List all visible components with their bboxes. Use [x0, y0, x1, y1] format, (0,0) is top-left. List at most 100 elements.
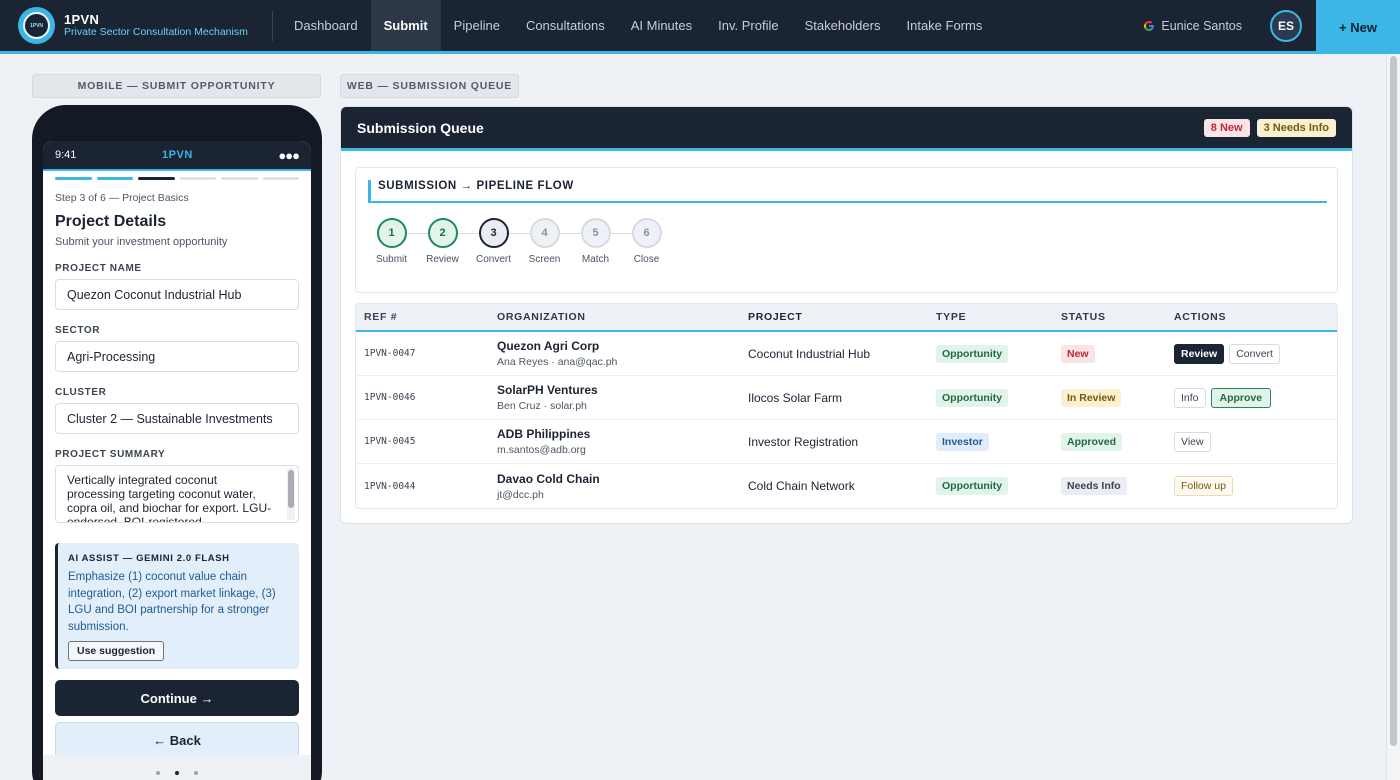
project-name-input[interactable]: Quezon Coconut Industrial Hub: [55, 279, 299, 310]
ref-cell: 1PVN-0045: [364, 436, 416, 447]
nav-intake-forms[interactable]: Intake Forms: [893, 0, 995, 51]
status-badge: Approved: [1061, 432, 1123, 451]
continue-button[interactable]: Continue →: [55, 680, 299, 716]
col-project[interactable]: PROJECT: [740, 311, 928, 323]
nav-divider: [272, 10, 273, 41]
flow-step-label: Review: [426, 254, 459, 265]
org-contact: Ben Cruz · solar.ph: [497, 400, 587, 412]
org-cell: ADB Philippines m.santos@adb.org: [489, 427, 740, 456]
col-organization[interactable]: ORGANIZATION: [489, 311, 740, 323]
phone-screen: 9:41 1PVN ●●● Step 3 of 6 — Project Basi…: [43, 141, 311, 780]
summary-label: PROJECT SUMMARY: [55, 449, 166, 460]
nav-inv-profile[interactable]: Inv. Profile: [705, 0, 791, 51]
type-badge: Investor: [936, 432, 989, 451]
status-badge: New: [1061, 344, 1095, 363]
org-name: Davao Cold Chain: [497, 471, 600, 486]
page-dot[interactable]: [194, 771, 198, 775]
convert-button[interactable]: Convert: [1229, 343, 1280, 364]
textarea-scroll-thumb[interactable]: [288, 470, 294, 508]
flow-step-submit[interactable]: 1 Submit: [366, 218, 428, 265]
progress-segment: [262, 177, 299, 180]
org-name: ADB Philippines: [497, 427, 591, 441]
info-button[interactable]: Info: [1174, 387, 1206, 408]
col-status[interactable]: STATUS: [1053, 311, 1166, 323]
view-button[interactable]: View: [1174, 431, 1211, 452]
step-text: Step 3 of 6 — Project Basics: [55, 192, 189, 204]
new-count-badge[interactable]: 8 New: [1203, 118, 1250, 137]
flow-step-convert[interactable]: 3 Convert: [468, 218, 530, 265]
nav-consultations[interactable]: Consultations: [513, 0, 618, 51]
avatar[interactable]: ES: [1270, 9, 1302, 42]
back-button[interactable]: ← Back: [55, 722, 299, 759]
ref-cell: 1PVN-0046: [364, 392, 416, 403]
ai-suggestion-text: Emphasize (1) coconut value chain integr…: [68, 571, 276, 633]
ai-assist-box: AI ASSIST — GEMINI 2.0 FLASH Emphasize (…: [55, 543, 299, 669]
table-row[interactable]: 1PVN-0047 Quezon Agri Corp Ana Reyes · a…: [356, 332, 1337, 376]
progress-segment: [221, 177, 258, 180]
project-cell: Ilocos Solar Farm: [748, 390, 843, 405]
flow-connector: [610, 233, 632, 234]
flow-step-match[interactable]: 5 Match: [570, 218, 632, 265]
flow-connector: [457, 233, 479, 234]
page-scrollbar[interactable]: [1386, 54, 1400, 780]
user-name: Eunice Santos: [1161, 18, 1242, 33]
progress-segment: [179, 177, 216, 180]
flow-step-circle: 4: [529, 218, 560, 248]
review-button[interactable]: Review: [1174, 343, 1225, 364]
scrollbar-thumb[interactable]: [1390, 56, 1397, 746]
follow-up-button[interactable]: Follow up: [1174, 476, 1233, 496]
project-cell: Coconut Industrial Hub: [748, 346, 871, 361]
main-nav: Dashboard Submit Pipeline Consultations …: [281, 0, 995, 51]
submission-table: REF # ORGANIZATION PROJECT TYPE STATUS A…: [355, 303, 1338, 509]
summary-textarea[interactable]: Vertically integrated coconut processing…: [55, 465, 299, 523]
table-row[interactable]: 1PVN-0044 Davao Cold Chain jt@dcc.ph Col…: [356, 464, 1337, 508]
nav-ai-minutes[interactable]: AI Minutes: [618, 0, 705, 51]
user-menu[interactable]: Eunice Santos: [1143, 19, 1242, 33]
web-section-label: WEB — SUBMISSION QUEUE: [340, 74, 519, 98]
page-dot[interactable]: [156, 771, 160, 775]
flow-connector: [559, 233, 581, 234]
table-row[interactable]: 1PVN-0046 SolarPH Ventures Ben Cruz · so…: [356, 376, 1337, 420]
nav-submit[interactable]: Submit: [370, 0, 441, 51]
new-button[interactable]: + New: [1316, 0, 1400, 54]
org-name: SolarPH Ventures: [497, 383, 598, 397]
ref-cell: 1PVN-0044: [364, 480, 416, 492]
flow-step-label: Match: [581, 254, 610, 265]
flow-step-screen[interactable]: 4 Screen: [519, 218, 581, 265]
nav-dashboard[interactable]: Dashboard: [281, 0, 371, 51]
app-name: 1PVN: [64, 11, 100, 27]
progress-segment: [55, 177, 92, 180]
col-ref[interactable]: REF #: [356, 311, 489, 323]
brand[interactable]: 1PVN 1PVN Private Sector Consultation Me…: [0, 0, 272, 51]
flow-step-circle: 6: [631, 218, 662, 248]
cluster-input[interactable]: Cluster 2 — Sustainable Investments: [55, 403, 299, 434]
flow-step-label: Convert: [475, 254, 511, 265]
nav-stakeholders[interactable]: Stakeholders: [792, 0, 894, 51]
col-actions: ACTIONS: [1174, 311, 1227, 323]
type-badge: Opportunity: [936, 344, 1009, 363]
flow-step-review[interactable]: 2 Review: [417, 218, 479, 265]
sector-input[interactable]: Agri-Processing: [55, 341, 299, 372]
use-suggestion-button[interactable]: Use suggestion: [68, 641, 165, 661]
flow-steps: 1 Submit 2 Review 3 Convert 4 Screen 5 M…: [366, 218, 672, 265]
top-navbar: 1PVN 1PVN Private Sector Consultation Me…: [0, 0, 1400, 54]
org-contact: m.santos@adb.org: [497, 444, 586, 456]
flow-step-close[interactable]: 6 Close: [621, 218, 672, 265]
nav-pipeline[interactable]: Pipeline: [441, 0, 513, 51]
progress-segment-current: [138, 177, 175, 180]
flow-step-circle: 5: [580, 218, 611, 248]
needs-info-badge[interactable]: 3 Needs Info: [1256, 118, 1336, 137]
more-icon[interactable]: ●●●: [278, 148, 300, 163]
project-cell: Cold Chain Network: [748, 479, 855, 493]
approve-button[interactable]: Approve: [1210, 387, 1272, 408]
textarea-scrollbar[interactable]: [287, 468, 295, 520]
page-dot-active[interactable]: [175, 771, 179, 775]
phone-status-bar: 9:41 1PVN ●●●: [43, 141, 311, 171]
org-cell: Quezon Agri Corp Ana Reyes · ana@qac.ph: [489, 339, 740, 368]
org-cell: SolarPH Ventures Ben Cruz · solar.ph: [489, 383, 740, 412]
table-row[interactable]: 1PVN-0045 ADB Philippines m.santos@adb.o…: [356, 420, 1337, 464]
phone-brand: 1PVN: [162, 149, 193, 161]
flow-step-label: Screen: [528, 254, 561, 265]
col-type[interactable]: TYPE: [928, 311, 1053, 323]
google-icon: [1144, 20, 1155, 31]
